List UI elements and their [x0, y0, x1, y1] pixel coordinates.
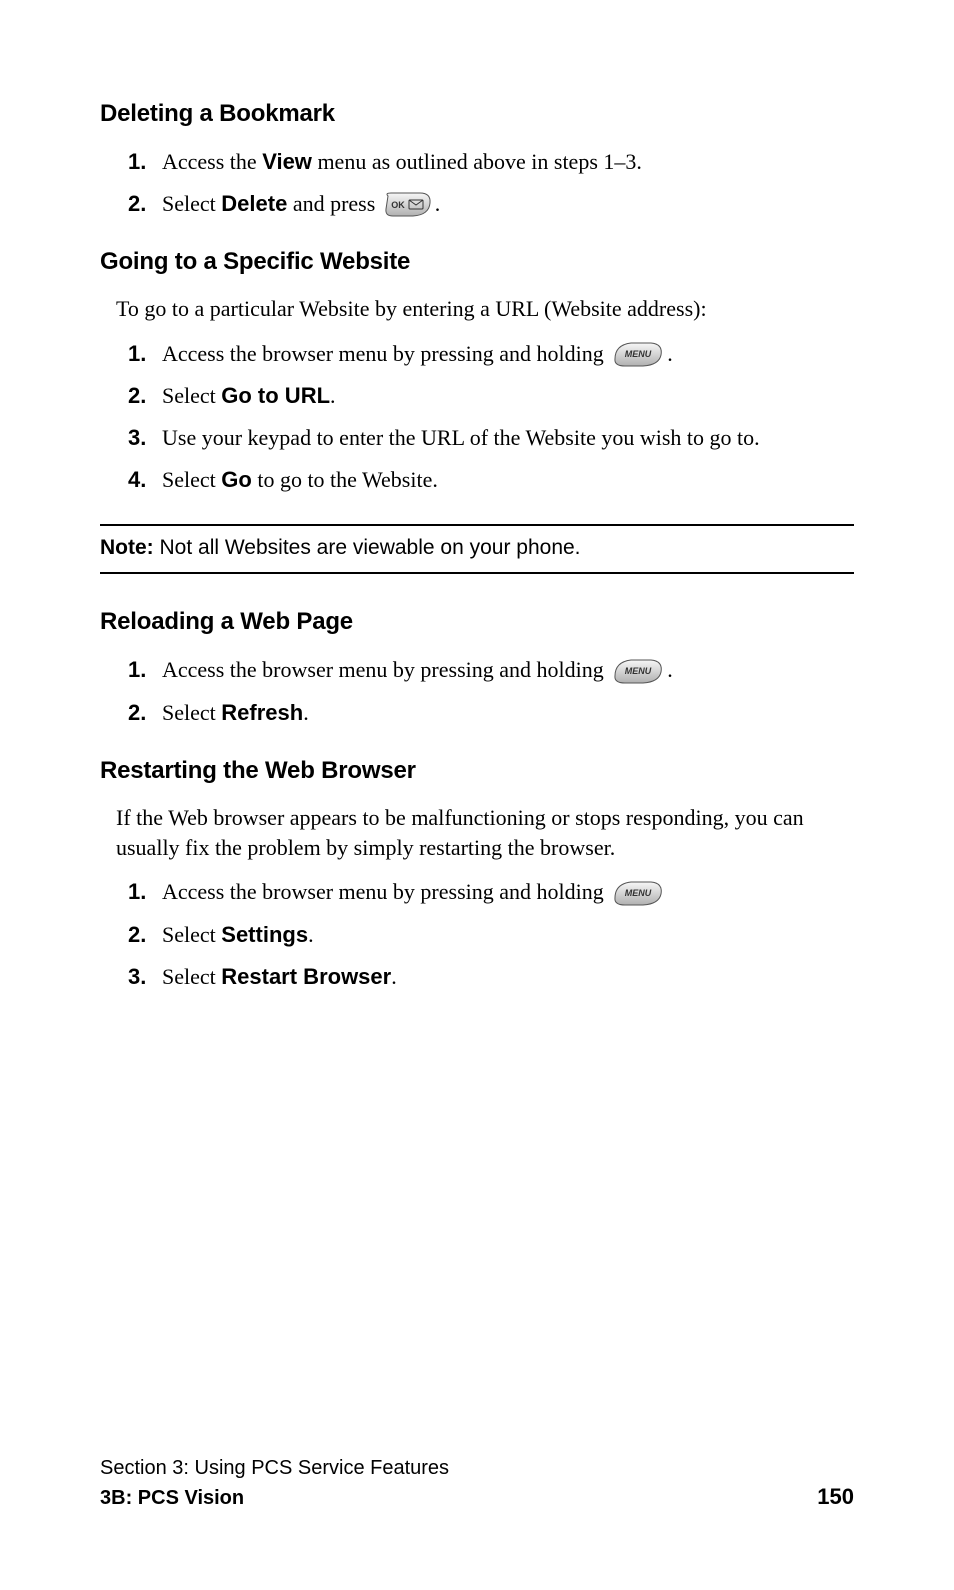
footer-page-number: 150 [817, 1484, 854, 1510]
footer: Section 3: Using PCS Service Features 3B… [100, 1457, 854, 1510]
step-item: 2.Select Settings. [162, 919, 836, 951]
step-number: 1. [128, 338, 146, 370]
step-number: 1. [128, 654, 146, 686]
emphasis: Refresh [221, 700, 303, 725]
steps-goto-site: 1.Access the browser menu by pressing an… [100, 338, 854, 497]
page: Deleting a Bookmark 1.Access the View me… [0, 0, 954, 1590]
step-item: 1.Access the View menu as outlined above… [162, 146, 836, 178]
svg-text:MENU: MENU [625, 349, 652, 359]
step-item: 1.Access the browser menu by pressing an… [162, 654, 836, 687]
svg-text:MENU: MENU [625, 666, 652, 676]
emphasis: Delete [221, 191, 287, 216]
emphasis: Go to URL [221, 383, 330, 408]
step-item: 4.Select Go to go to the Website. [162, 464, 836, 496]
step-number: 3. [128, 422, 146, 454]
steps-reload: 1.Access the browser menu by pressing an… [100, 654, 854, 729]
footer-row: 3B: PCS Vision 150 [100, 1484, 854, 1510]
steps-delete-bookmark: 1.Access the View menu as outlined above… [100, 146, 854, 220]
intro-restart: If the Web browser appears to be malfunc… [116, 803, 854, 862]
step-item: 2.Select Delete and press OK. [162, 188, 836, 220]
step-item: 2.Select Refresh. [162, 697, 836, 729]
heading-reload: Reloading a Web Page [100, 608, 854, 636]
step-number: 1. [128, 876, 146, 908]
menu-key-icon: MENU [611, 339, 665, 369]
note-text: Not all Websites are viewable on your ph… [154, 536, 581, 559]
step-item: 3.Use your keypad to enter the URL of th… [162, 422, 836, 454]
svg-text:OK: OK [391, 200, 405, 210]
content: Deleting a Bookmark 1.Access the View me… [100, 100, 854, 1437]
intro-goto-site: To go to a particular Website by enterin… [116, 294, 854, 324]
step-number: 2. [128, 919, 146, 951]
emphasis: Settings [221, 922, 308, 947]
menu-key-icon: MENU [611, 878, 665, 908]
emphasis: View [262, 149, 312, 174]
step-item: 2.Select Go to URL. [162, 380, 836, 412]
step-number: 4. [128, 464, 146, 496]
emphasis: Go [221, 467, 252, 492]
step-item: 1.Access the browser menu by pressing an… [162, 338, 836, 371]
step-number: 2. [128, 188, 146, 220]
ok-key-icon: OK [383, 191, 433, 219]
footer-subsection: 3B: PCS Vision [100, 1487, 244, 1510]
step-item: 3.Select Restart Browser. [162, 961, 836, 993]
step-number: 2. [128, 697, 146, 729]
note-label: Note: [100, 536, 154, 559]
emphasis: Restart Browser [221, 964, 391, 989]
menu-key-icon: MENU [611, 656, 665, 686]
heading-goto-site: Going to a Specific Website [100, 248, 854, 276]
steps-restart: 1.Access the browser menu by pressing an… [100, 876, 854, 993]
footer-section: Section 3: Using PCS Service Features [100, 1457, 854, 1480]
note-box: Note: Not all Websites are viewable on y… [100, 524, 854, 574]
step-number: 2. [128, 380, 146, 412]
step-number: 3. [128, 961, 146, 993]
heading-restart: Restarting the Web Browser [100, 757, 854, 785]
step-number: 1. [128, 146, 146, 178]
svg-text:MENU: MENU [625, 888, 652, 898]
step-item: 1.Access the browser menu by pressing an… [162, 876, 836, 909]
heading-delete-bookmark: Deleting a Bookmark [100, 100, 854, 128]
